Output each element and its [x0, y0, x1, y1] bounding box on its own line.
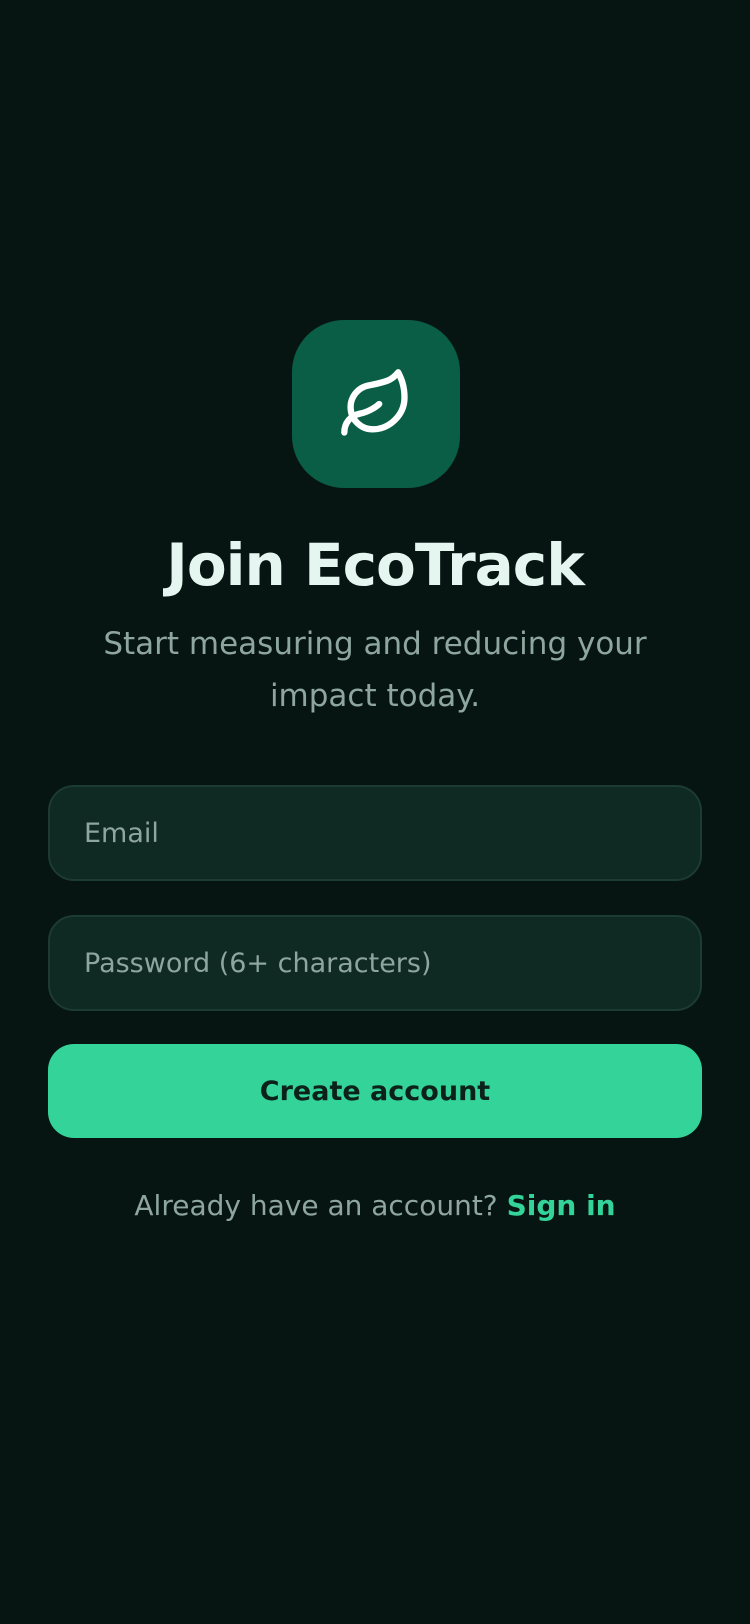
email-field-container	[48, 785, 702, 881]
page-title: Join EcoTrack	[166, 531, 585, 599]
signin-prompt: Already have an account? Sign in	[0, 1186, 750, 1226]
create-account-button[interactable]: Create account	[48, 1044, 702, 1138]
email-field[interactable]	[84, 817, 666, 849]
signup-screen: Join EcoTrack Start measuring and reduci…	[0, 0, 750, 1624]
password-field-container	[48, 915, 702, 1011]
app-logo	[292, 320, 460, 488]
leaf-icon	[338, 366, 414, 442]
signin-prompt-text: Already have an account?	[134, 1189, 507, 1222]
page-subtitle: Start measuring and reducing your impact…	[103, 626, 647, 714]
sign-in-link[interactable]: Sign in	[507, 1189, 616, 1222]
password-field[interactable]	[84, 947, 666, 979]
